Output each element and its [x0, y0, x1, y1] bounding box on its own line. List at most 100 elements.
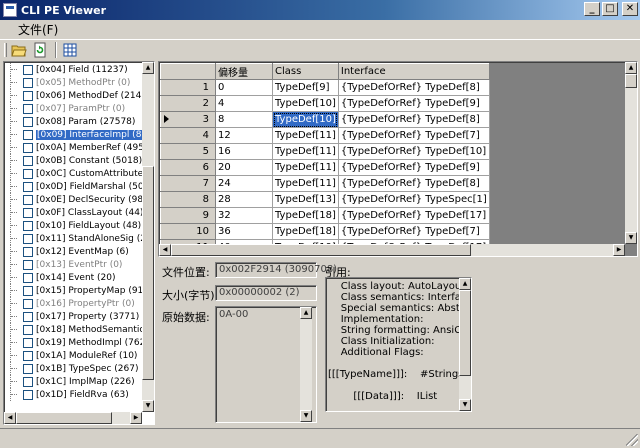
tree-item-checkbox[interactable]: [23, 233, 33, 244]
table-row[interactable]: 6 20 TypeDef[11] {TypeDefOrRef} TypeDef[9]: [160, 159, 490, 176]
tree-item[interactable]: [0x1B] TypeSpec (267): [4, 362, 144, 375]
scroll-down-arrow-icon[interactable]: ▼: [300, 410, 312, 422]
offset-cell[interactable]: 12: [215, 127, 273, 144]
scroll-down-arrow-icon[interactable]: ▼: [142, 400, 154, 412]
row-header-cell[interactable]: 1: [160, 79, 216, 96]
tree-item[interactable]: [0x07] ParamPtr (0): [4, 102, 144, 115]
reference-scrollbar[interactable]: ▲ ▼: [459, 278, 471, 411]
tree-item-checkbox[interactable]: [23, 389, 33, 400]
resize-grip-icon[interactable]: [626, 434, 638, 446]
tree-item[interactable]: [0x08] Param (27578): [4, 115, 144, 128]
offset-cell[interactable]: 24: [215, 175, 273, 192]
scroll-up-arrow-icon[interactable]: ▲: [625, 62, 637, 74]
close-button[interactable]: ✕: [622, 2, 638, 16]
grid-hscroll-thumb[interactable]: [171, 244, 471, 256]
tree-scroll-thumb[interactable]: [142, 166, 154, 380]
tree-item-checkbox[interactable]: [23, 376, 33, 387]
interface-cell[interactable]: {TypeDefOrRef} TypeDef[7]: [337, 127, 490, 144]
offset-cell[interactable]: 4: [215, 95, 273, 112]
interface-cell[interactable]: {TypeDefOrRef} TypeSpec[1]: [337, 191, 490, 208]
tree-item[interactable]: [0x18] MethodSemantics (4: [4, 323, 154, 336]
minimize-button[interactable]: _: [584, 2, 600, 16]
table-row[interactable]: 10 36 TypeDef[18] {TypeDefOrRef} TypeDef[7]: [160, 223, 490, 240]
tree-item[interactable]: [0x11] StandAloneSig (269: [4, 232, 154, 245]
offset-cell[interactable]: 20: [215, 159, 273, 176]
tree-item-checkbox[interactable]: [23, 77, 33, 88]
menu-file[interactable]: 文件(F): [14, 21, 62, 38]
tree-item-checkbox[interactable]: [23, 155, 33, 166]
class-cell[interactable]: TypeDef[13]: [272, 191, 339, 208]
tree-item[interactable]: [0x0A] MemberRef (495): [4, 141, 147, 154]
maximize-button[interactable]: □: [602, 2, 618, 16]
tree-item-checkbox[interactable]: [23, 103, 33, 114]
scroll-right-arrow-icon[interactable]: ▶: [130, 412, 142, 424]
tree-item-checkbox[interactable]: [23, 246, 33, 257]
reference-scroll-thumb[interactable]: [459, 290, 471, 376]
tree-item[interactable]: [0x06] MethodDef (21462): [4, 89, 154, 102]
interface-cell[interactable]: {TypeDefOrRef} TypeDef[9]: [337, 159, 490, 176]
tree-item[interactable]: [0x1C] ImplMap (226): [4, 375, 144, 388]
grid-horizontal-scrollbar[interactable]: ◀ ▶: [159, 244, 625, 256]
tree-item[interactable]: [0x15] PropertyMap (911): [4, 284, 153, 297]
offset-cell[interactable]: 8: [215, 111, 273, 128]
offset-cell[interactable]: 36: [215, 223, 273, 240]
tree-item[interactable]: [0x0B] Constant (5018): [4, 154, 144, 167]
class-cell[interactable]: TypeDef[10]: [272, 95, 339, 112]
interface-cell[interactable]: {TypeDefOrRef} TypeDef[8]: [337, 175, 490, 192]
interface-cell[interactable]: {TypeDefOrRef} TypeDef[17]: [337, 207, 490, 224]
table-row[interactable]: 4 12 TypeDef[11] {TypeDefOrRef} TypeDef[7]: [160, 127, 490, 144]
tree-item-checkbox[interactable]: [23, 194, 33, 205]
open-button[interactable]: [11, 42, 27, 58]
size-field[interactable]: 0x00000002 (2): [215, 285, 317, 301]
interface-cell[interactable]: {TypeDefOrRef} TypeDef[7]: [337, 223, 490, 240]
table-row[interactable]: 1 0 TypeDef[9] {TypeDefOrRef} TypeDef[8]: [160, 79, 490, 96]
tree-item[interactable]: [0x05] MethodPtr (0): [4, 76, 144, 89]
tree-item[interactable]: [0x0F] ClassLayout (44): [4, 206, 144, 219]
row-header-cell[interactable]: 9: [160, 207, 216, 224]
tree-item-checkbox[interactable]: [23, 324, 33, 335]
scroll-up-arrow-icon[interactable]: ▲: [459, 278, 471, 290]
tree-item[interactable]: [0x17] Property (3771): [4, 310, 144, 323]
class-cell[interactable]: TypeDef[11]: [272, 175, 339, 192]
row-header-cell[interactable]: 4: [160, 127, 216, 144]
tree-item-checkbox[interactable]: [23, 298, 33, 309]
interface-cell[interactable]: {TypeDefOrRef} TypeDef[10]: [337, 143, 490, 160]
tree-item[interactable]: [0x10] FieldLayout (48): [4, 219, 144, 232]
tree-item-checkbox[interactable]: [23, 363, 33, 374]
tree-item[interactable]: [0x04] Field (11237): [4, 63, 144, 76]
tree-item[interactable]: [0x16] PropertyPtr (0): [4, 297, 144, 310]
tree-item-checkbox[interactable]: [23, 285, 33, 296]
table-row[interactable]: 8 28 TypeDef[13] {TypeDefOrRef} TypeSpec[1]: [160, 191, 490, 208]
scroll-down-arrow-icon[interactable]: ▼: [459, 399, 471, 411]
tree-item-checkbox[interactable]: [23, 142, 33, 153]
table-row[interactable]: 2 4 TypeDef[10] {TypeDefOrRef} TypeDef[9]: [160, 95, 490, 112]
tree-item[interactable]: [0x0C] CustomAttribute (342: [4, 167, 154, 180]
tree-item-checkbox[interactable]: [23, 168, 33, 179]
scroll-up-arrow-icon[interactable]: ▲: [300, 307, 312, 319]
column-header-interface[interactable]: Interface: [337, 63, 490, 80]
tree-item[interactable]: [0x19] MethodImpl (762): [4, 336, 149, 349]
grid-scroll-thumb[interactable]: [625, 74, 637, 88]
metadata-table-tree[interactable]: [0x04] Field (11237) [0x05] MethodPtr (0)…: [3, 61, 155, 425]
tree-item[interactable]: [0x0E] DeclSecurity (986): [4, 193, 152, 206]
file-position-field[interactable]: 0x002F2914 (3090708): [215, 262, 337, 278]
offset-cell[interactable]: 0: [215, 79, 273, 96]
tree-item-checkbox[interactable]: [23, 181, 33, 192]
tree-item-checkbox[interactable]: [23, 272, 33, 283]
tree-hscroll-thumb[interactable]: [16, 412, 112, 424]
row-header-cell[interactable]: 7: [160, 175, 216, 192]
table-row[interactable]: 5 16 TypeDef[11] {TypeDefOrRef} TypeDef[10]: [160, 143, 490, 160]
tree-item[interactable]: [0x0D] FieldMarshal (508): [4, 180, 153, 193]
row-header-cell[interactable]: 3: [160, 111, 216, 128]
table-row[interactable]: 9 32 TypeDef[18] {TypeDefOrRef} TypeDef[17]: [160, 207, 490, 224]
class-cell[interactable]: TypeDef[9]: [272, 79, 339, 96]
offset-cell[interactable]: 32: [215, 207, 273, 224]
class-cell[interactable]: TypeDef[18]: [272, 223, 339, 240]
tree-item-checkbox[interactable]: [23, 337, 33, 348]
scroll-right-arrow-icon[interactable]: ▶: [613, 244, 625, 256]
interface-cell[interactable]: {TypeDefOrRef} TypeDef[8]: [337, 111, 490, 128]
column-header-offset[interactable]: 偏移量: [215, 63, 273, 80]
table-row[interactable]: 7 24 TypeDef[11] {TypeDefOrRef} TypeDef[8]: [160, 175, 490, 192]
scroll-down-arrow-icon[interactable]: ▼: [625, 232, 637, 244]
tree-item[interactable]: [0x1A] ModuleRef (10): [4, 349, 144, 362]
